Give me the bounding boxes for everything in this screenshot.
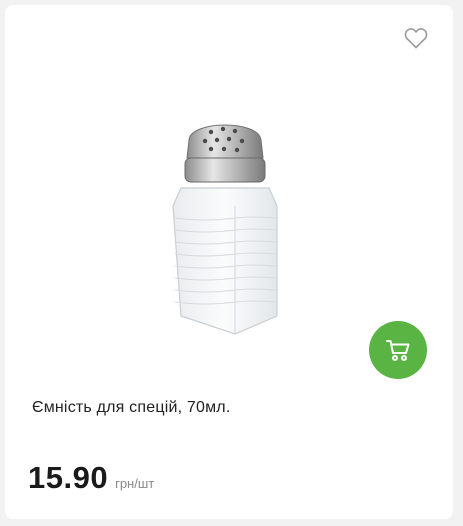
product-card[interactable]: Ємність для спецій, 70мл. 15.90 грн/шт: [5, 5, 453, 519]
favorite-button[interactable]: [404, 27, 428, 49]
cart-icon: [386, 340, 410, 361]
price-unit: грн/шт: [115, 476, 155, 491]
add-to-cart-button[interactable]: [369, 321, 427, 379]
price-row: 15.90 грн/шт: [28, 460, 154, 496]
salt-shaker-image: [172, 124, 278, 335]
product-image[interactable]: [155, 110, 295, 340]
product-price: 15.90: [28, 460, 109, 495]
product-title[interactable]: Ємність для спецій, 70мл.: [32, 399, 432, 417]
heart-outline-icon: [404, 28, 428, 49]
